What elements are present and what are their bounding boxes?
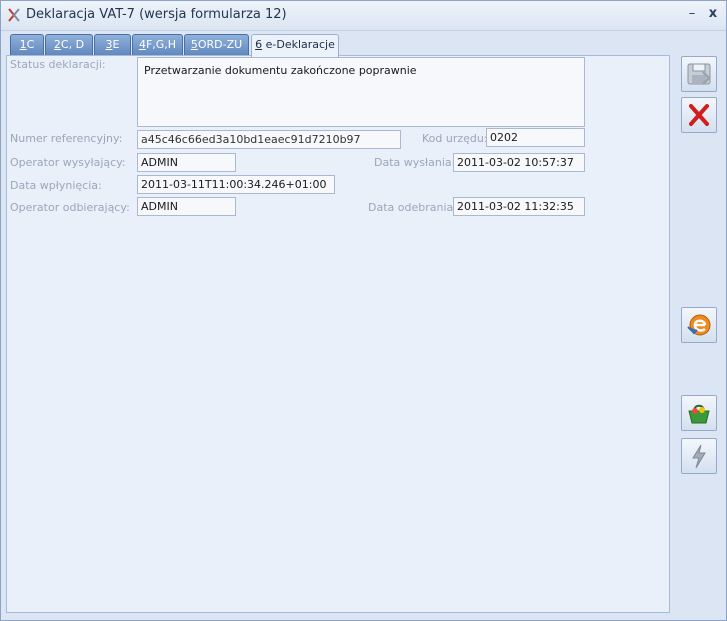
tab-2[interactable]: 2C, D — [45, 34, 93, 56]
save-button[interactable] — [681, 56, 717, 92]
window-title: Deklaracja VAT-7 (wersja formularza 12) — [26, 7, 287, 22]
declaration-window: Deklaracja VAT-7 (wersja formularza 12) … — [0, 0, 727, 621]
tab-2-key: 2 — [53, 38, 61, 51]
sender-operator-field[interactable]: ADMIN — [137, 153, 236, 172]
received-date-label: Data odebrania: — [368, 201, 457, 214]
status-label: Status deklaracji: — [10, 58, 106, 71]
tab-5[interactable]: 5ORD-ZU — [184, 34, 249, 56]
sent-date-field[interactable]: 2011-03-02 10:57:37 — [453, 153, 585, 172]
tab-6-label: e-Deklaracje — [262, 38, 335, 51]
tab-1-label: C — [26, 38, 35, 51]
tab-4-key: 4 — [138, 38, 146, 51]
status-field[interactable]: Przetwarzanie dokumentu zakończone popra… — [137, 57, 585, 127]
cancel-button[interactable] — [681, 97, 717, 133]
tab-2-label: C, D — [60, 38, 85, 51]
e-declaration-panel: Status deklaracji: Przetwarzanie dokumen… — [6, 55, 670, 613]
basket-button[interactable] — [681, 395, 717, 431]
sent-date-label: Data wysłania: — [374, 156, 456, 169]
lightning-button[interactable] — [681, 438, 717, 474]
app-icon — [6, 7, 22, 23]
tab-3[interactable]: 3E — [94, 34, 131, 56]
tab-5-key: 5 — [190, 38, 198, 51]
received-date-field[interactable]: 2011-03-02 11:32:35 — [453, 197, 585, 216]
tab-5-label: ORD-ZU — [197, 38, 243, 51]
receiver-operator-field[interactable]: ADMIN — [137, 197, 236, 216]
tab-6-e-deklaracje[interactable]: 6 e-Deklaracje — [251, 34, 339, 57]
minimize-button[interactable]: – — [684, 6, 700, 22]
reference-number-field[interactable]: a45c46c66ed3a10bd1eaec91d7210b97 — [137, 130, 401, 149]
arrival-date-field[interactable]: 2011-03-11T11:00:34.246+01:00 — [137, 175, 335, 194]
tab-3-key: 3 — [105, 38, 113, 51]
tab-4[interactable]: 4F,G,H — [132, 34, 183, 56]
close-button[interactable]: x — [705, 6, 721, 22]
tab-4-label: F,G,H — [145, 38, 177, 51]
tab-1-key: 1 — [19, 38, 27, 51]
title-bar: Deklaracja VAT-7 (wersja formularza 12) … — [1, 1, 726, 31]
tab-3-label: E — [112, 38, 120, 51]
sender-operator-label: Operator wysyłający: — [10, 156, 126, 169]
reference-number-label: Numer referencyjny: — [10, 132, 123, 145]
receiver-operator-label: Operator odbierający: — [10, 201, 130, 214]
tab-1[interactable]: 1C — [10, 34, 44, 56]
office-code-field[interactable]: 0202 — [486, 128, 585, 147]
e-declaration-button[interactable] — [681, 307, 717, 343]
arrival-date-label: Data wpłynięcia: — [10, 179, 102, 192]
office-code-label: Kod urzędu: — [422, 132, 488, 145]
